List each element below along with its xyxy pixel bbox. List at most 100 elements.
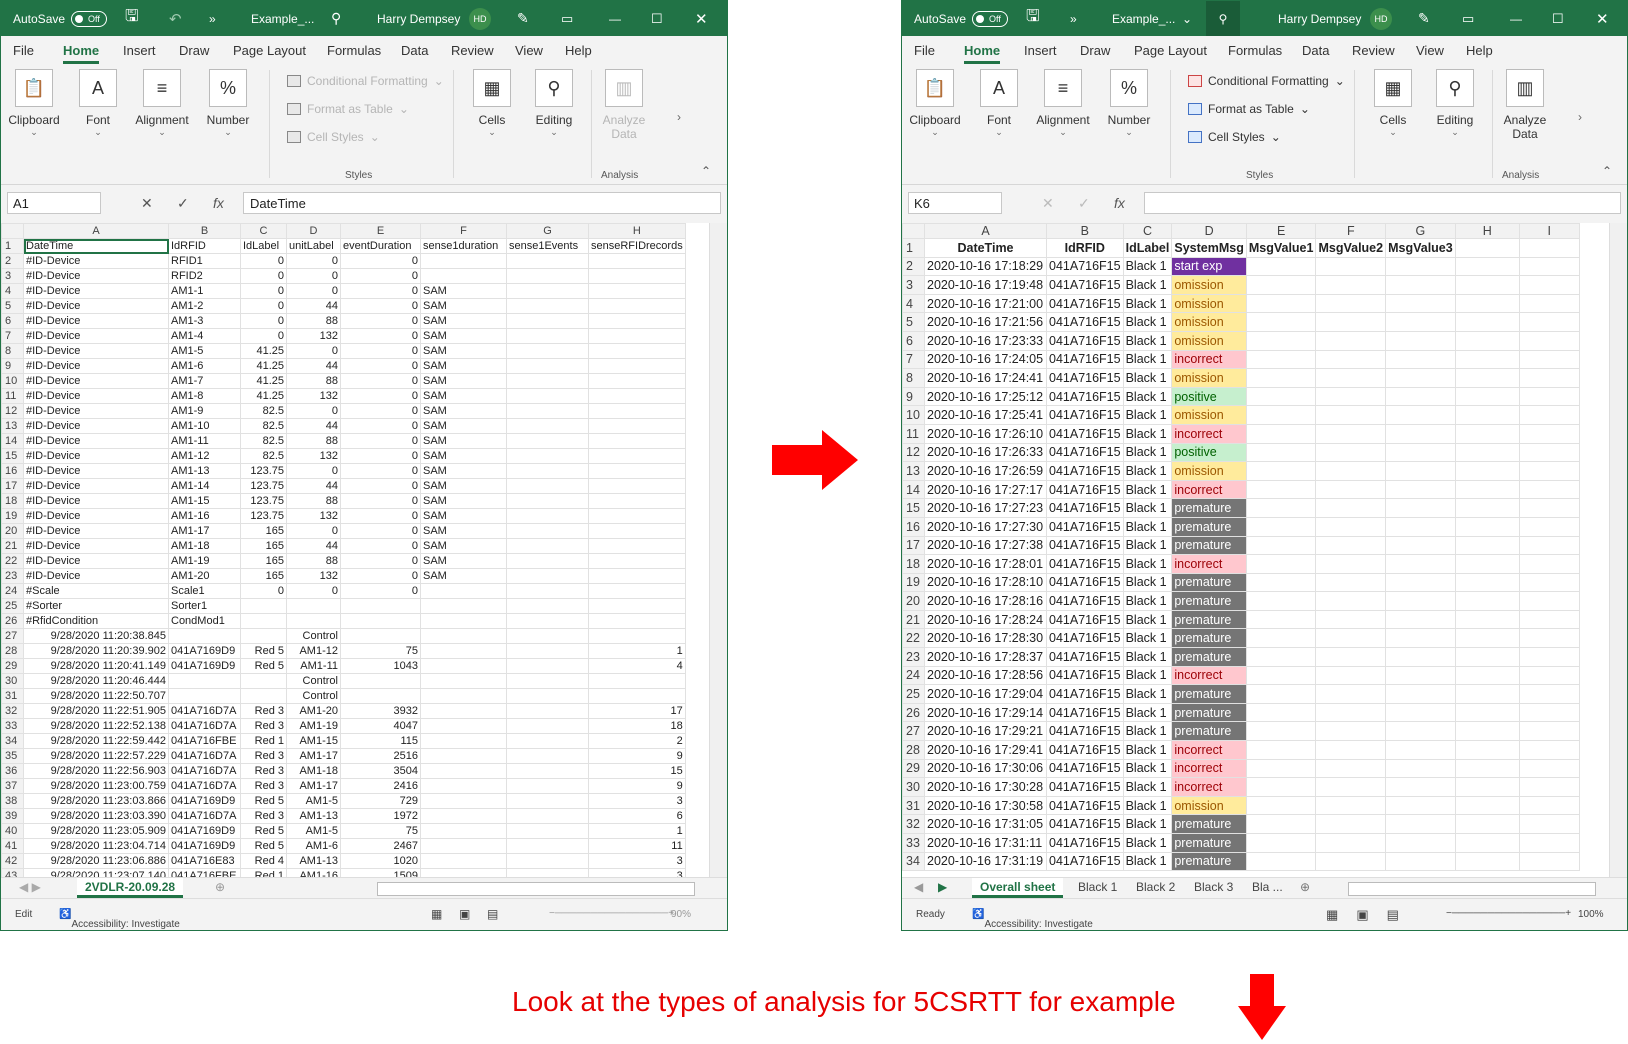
cell[interactable]: AM1-17	[168, 523, 241, 539]
horizontal-scrollbar[interactable]	[1348, 882, 1596, 896]
menu-tab-help[interactable]: Help	[1466, 43, 1493, 58]
system-msg-cell[interactable]: incorrect	[1171, 423, 1247, 444]
cell[interactable]	[1518, 256, 1580, 277]
cell[interactable]: 0	[240, 253, 287, 269]
cell[interactable]	[1385, 498, 1456, 518]
cell[interactable]: #ID-Device	[23, 343, 169, 359]
column-header-e[interactable]: E	[340, 223, 421, 239]
cell[interactable]: AM1-12	[168, 448, 241, 464]
sheet-tab-3[interactable]: Black 3	[1186, 878, 1241, 898]
row-header[interactable]: 12	[902, 442, 925, 463]
cell[interactable]: AM1-20	[168, 568, 241, 584]
zoom-level[interactable]: 90%	[671, 909, 691, 920]
menu-tab-page-layout[interactable]: Page Layout	[233, 43, 306, 58]
cell[interactable]	[1385, 795, 1456, 816]
cell[interactable]: 0	[286, 283, 341, 299]
cell[interactable]: Black 1	[1122, 479, 1173, 500]
cell[interactable]: 2020-10-16 17:27:30	[924, 516, 1047, 537]
cell[interactable]: 9/28/2020 11:22:51.905	[23, 703, 169, 719]
cell[interactable]	[1315, 740, 1387, 760]
cell[interactable]: 0	[340, 523, 421, 539]
cell[interactable]: 165	[240, 538, 287, 554]
cell[interactable]	[1245, 591, 1317, 611]
header-cell[interactable]: eventDuration	[340, 238, 421, 254]
menu-tab-insert[interactable]: Insert	[1024, 43, 1057, 58]
cell[interactable]: 041A7169D9	[168, 643, 241, 659]
cell[interactable]: 0	[240, 268, 287, 284]
cell[interactable]: Red 4	[240, 853, 287, 869]
cell[interactable]	[1518, 423, 1580, 444]
cell[interactable]	[588, 583, 686, 599]
cell[interactable]	[588, 598, 686, 614]
cell[interactable]: 2020-10-16 17:31:11	[924, 833, 1047, 853]
cell[interactable]: 041A716F15	[1046, 442, 1124, 463]
cell[interactable]	[240, 688, 287, 704]
close-icon[interactable]: ✕	[1596, 1, 1609, 36]
cell[interactable]	[506, 718, 589, 734]
cell[interactable]: 2020-10-16 17:27:23	[924, 498, 1047, 518]
cell[interactable]: 041A716F15	[1046, 740, 1124, 760]
cell[interactable]: 2020-10-16 17:28:56	[924, 665, 1047, 686]
cell[interactable]	[506, 448, 589, 464]
prev-sheet-icon[interactable]: ◀ ▶	[11, 878, 49, 898]
cell[interactable]	[420, 583, 507, 599]
row-header[interactable]: 7	[902, 349, 925, 370]
cell[interactable]: #ID-Device	[23, 433, 169, 449]
cell[interactable]	[1454, 833, 1520, 853]
cell[interactable]: 041A716F15	[1046, 405, 1124, 425]
cell[interactable]	[1245, 572, 1317, 593]
cell[interactable]: 2416	[340, 778, 421, 794]
cell[interactable]: Black 1	[1122, 461, 1173, 481]
cell[interactable]: 2467	[340, 838, 421, 854]
cell[interactable]: 041A716F15	[1046, 851, 1124, 872]
row-header[interactable]: 15	[902, 498, 925, 518]
cell[interactable]	[240, 628, 287, 644]
cell[interactable]: 44	[286, 298, 341, 314]
cell[interactable]: SAM	[420, 478, 507, 494]
cell[interactable]: Red 3	[240, 748, 287, 764]
cell[interactable]: 041A716F15	[1046, 479, 1124, 500]
cell[interactable]	[506, 643, 589, 659]
cell[interactable]: 041A716F15	[1046, 312, 1124, 332]
cell[interactable]: 9/28/2020 11:23:00.759	[23, 778, 169, 794]
cell[interactable]: 0	[286, 523, 341, 539]
cell[interactable]: SAM	[420, 568, 507, 584]
menu-tab-draw[interactable]: Draw	[179, 43, 209, 58]
cell[interactable]	[420, 763, 507, 779]
cell[interactable]: Black 1	[1122, 740, 1173, 760]
cell[interactable]: 132	[286, 568, 341, 584]
column-header-b[interactable]: B	[1046, 223, 1124, 239]
cell[interactable]: SAM	[420, 358, 507, 374]
cell[interactable]	[1518, 442, 1580, 463]
cell[interactable]: Black 1	[1122, 516, 1173, 537]
cell[interactable]: 9/28/2020 11:23:05.909	[23, 823, 169, 839]
cell[interactable]: 2020-10-16 17:28:24	[924, 609, 1047, 630]
cell[interactable]: 2020-10-16 17:28:16	[924, 591, 1047, 611]
cell[interactable]	[1245, 442, 1317, 463]
cell[interactable]: 3	[588, 793, 686, 809]
column-header-d[interactable]: D	[286, 223, 341, 239]
cell[interactable]: 132	[286, 508, 341, 524]
cell[interactable]	[286, 598, 341, 614]
cell[interactable]	[506, 613, 589, 629]
alignment-button[interactable]: ≡ Alignment ⌄	[133, 66, 191, 138]
system-msg-cell[interactable]: start exp	[1171, 256, 1247, 277]
cell[interactable]	[1245, 777, 1317, 797]
cell[interactable]: 2020-10-16 17:29:41	[924, 740, 1047, 760]
menu-tab-formulas[interactable]: Formulas	[1228, 43, 1282, 58]
row-header[interactable]: 37	[1, 778, 24, 794]
cell[interactable]	[1315, 256, 1387, 277]
row-header[interactable]: 32	[1, 703, 24, 719]
cell[interactable]: Black 1	[1122, 554, 1173, 574]
cell[interactable]	[1315, 702, 1387, 723]
cell[interactable]	[1245, 628, 1317, 649]
cell[interactable]	[1315, 647, 1387, 667]
cell[interactable]	[340, 598, 421, 614]
cell[interactable]: AM1-13	[286, 808, 341, 824]
cell[interactable]: 2020-10-16 17:28:01	[924, 554, 1047, 574]
analyze-data-button[interactable]: ▥ Analyze Data	[595, 66, 653, 141]
cell[interactable]	[420, 823, 507, 839]
clipboard-button[interactable]: 📋 Clipboard ⌄	[906, 66, 964, 138]
cell[interactable]: 2020-10-16 17:29:04	[924, 684, 1047, 704]
row-header[interactable]: 28	[902, 740, 925, 760]
